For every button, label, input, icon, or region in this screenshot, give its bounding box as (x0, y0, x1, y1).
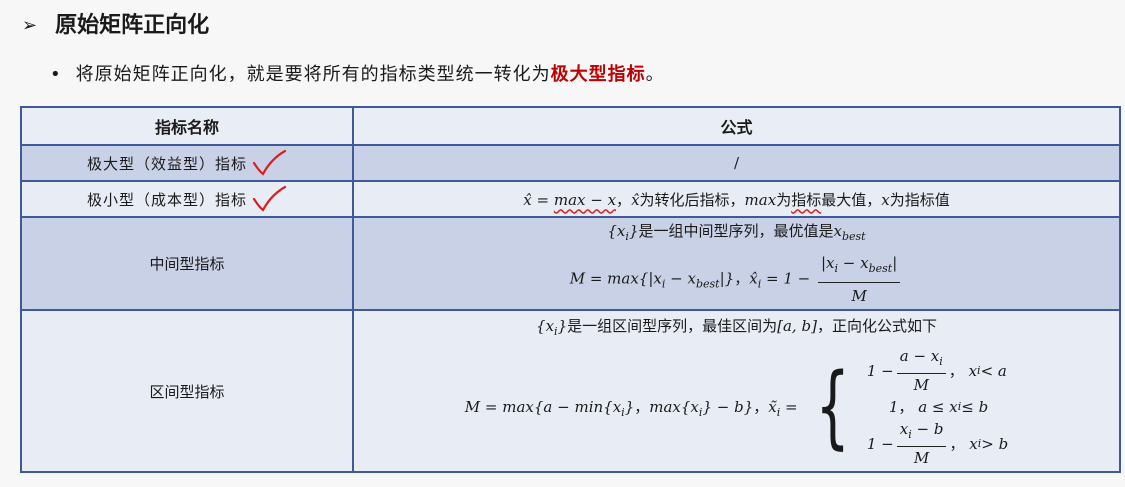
table-row: 极大型（效益型）指标 / (20, 144, 1121, 182)
bullet-end: 。 (645, 64, 665, 85)
formula-mid-line2: M = max{|xi − xbest|}，x̂i = 1 − |xi − xb… (354, 250, 1119, 309)
case-2: 1， a ≤ xi ≤ b (888, 398, 989, 416)
cell-name: 极大型（效益型）指标 (20, 144, 354, 182)
cell-formula: x̂ = max − x，x̂为转化后指标，max为指标最大值，x为指标值 (352, 180, 1121, 218)
indicator-name-max: 极大型（效益型）指标 (86, 154, 247, 173)
indicator-name-interval: 区间型指标 (149, 382, 225, 401)
table-row: 区间型指标 {xi}是一组区间型序列，最佳区间为[a, b]，正向化公式如下 M… (20, 309, 1121, 473)
formula-mid-line1: {xi}是一组中间型序列，最优值是xbest (607, 222, 866, 243)
header-indicator-name: 指标名称 (20, 106, 354, 146)
bullet-dot-icon: • (50, 64, 62, 85)
bullet-text: 将原始矩阵正向化，就是要将所有的指标类型统一转化为 (75, 64, 551, 85)
cell-name: 极小型（成本型）指标 (20, 180, 354, 218)
case-3: 1 − xi − b M， xi > b (866, 420, 1009, 467)
left-brace: { (815, 354, 850, 459)
indicator-table: 指标名称 公式 极大型（效益型）指标 / 极小型（成本型）指标 x̂ = max… (20, 106, 1121, 473)
cell-formula: {xi}是一组区间型序列，最佳区间为[a, b]，正向化公式如下 M = max… (352, 309, 1121, 473)
cell-name: 区间型指标 (20, 309, 354, 473)
table-row: 极小型（成本型）指标 x̂ = max − x，x̂为转化后指标，max为指标最… (20, 180, 1121, 218)
case-1: 1 − a − xi M， xi < a (866, 347, 1007, 394)
section-title: 原始矩阵正向化 (55, 13, 210, 38)
formula-interval-line2: M = max{a − min{xi}，max{xi} − b}，x̃i = {… (464, 345, 1009, 469)
piecewise-cases: 1 − a − xi M， xi < a 1， a ≤ xi ≤ b 1 − xi… (867, 345, 1008, 469)
red-check-icon (252, 149, 287, 176)
red-check-icon (252, 185, 287, 212)
cell-name: 中间型指标 (20, 216, 354, 311)
arrow-bullet-icon: ➢ (22, 15, 38, 36)
cell-formula: / (352, 144, 1121, 182)
section-heading: ➢ 原始矩阵正向化 (22, 10, 209, 42)
header-formula: 公式 (352, 106, 1121, 146)
cell-formula: {xi}是一组中间型序列，最优值是xbest M = max{|xi − xbe… (352, 216, 1121, 311)
formula-interval-line1: {xi}是一组区间型序列，最佳区间为[a, b]，正向化公式如下 (536, 317, 937, 338)
indicator-name-min: 极小型（成本型）指标 (86, 190, 247, 209)
table-header-row: 指标名称 公式 (20, 106, 1121, 146)
bullet-highlight: 极大型指标 (550, 64, 646, 85)
indicator-name-mid: 中间型指标 (149, 255, 225, 273)
formula-min: x̂ = max − x，x̂为转化后指标，max为指标最大值，x为指标值 (523, 190, 950, 209)
table-row: 中间型指标 {xi}是一组中间型序列，最优值是xbest M = max{|xi… (20, 216, 1121, 311)
bullet-line: • 将原始矩阵正向化，就是要将所有的指标类型统一转化为极大型指标。 (50, 60, 665, 90)
